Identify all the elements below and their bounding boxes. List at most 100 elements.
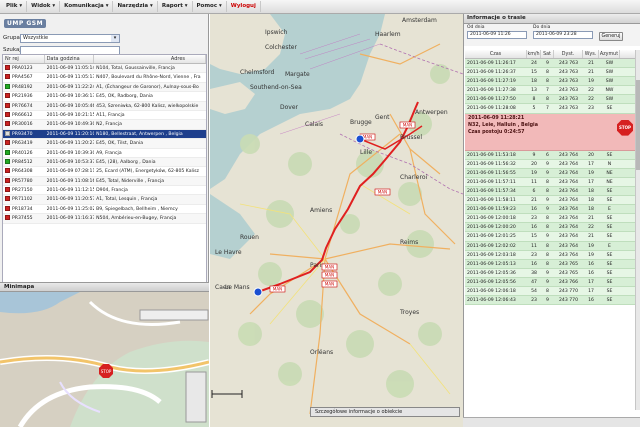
menu-item-0[interactable]: Plik ▾ [2, 1, 28, 12]
vehicle-row[interactable]: PR48192 2011-06-09 11:22:24 A1, (Échangeur… [3, 82, 206, 93]
route-row[interactable]: 2011-06-09 11:56:32 20 9 243 764 17 N [465, 159, 635, 169]
vehicle-row[interactable]: PR18734 2011-06-09 11:25:02 B9, Spiegelbac… [3, 205, 206, 215]
vehicle-marker[interactable]: MAN [374, 188, 391, 196]
menu-item-1[interactable]: Widok ▾ [27, 1, 61, 12]
route-distance: 243 770 [559, 288, 578, 294]
col-header-distance[interactable]: Dyst. [554, 50, 583, 58]
route-rows-top: 2011-06-09 11:26:17 24 9 243 763 21 SW 2011-06… [465, 59, 635, 114]
route-row[interactable]: 2011-06-09 11:27:19 18 8 243 763 19 SW [465, 77, 635, 87]
vehicle-address: N2, Francja [96, 122, 122, 128]
route-row[interactable]: 2011-06-09 12:05:36 38 9 243 765 16 SE [465, 268, 635, 278]
col-header-address[interactable]: Adres [94, 55, 206, 63]
route-speed: 20 [531, 161, 537, 167]
minimap[interactable]: STOP [0, 292, 209, 427]
route-scrollbar-thumb[interactable] [636, 80, 640, 170]
route-altitude: 16 [588, 261, 594, 267]
vehicle-row[interactable]: PRA0123 2011-06-09 11:05:14 N104, Total, G… [3, 64, 206, 74]
route-row[interactable]: 2011-06-09 11:27:38 13 7 243 763 22 NW [465, 86, 635, 96]
route-speed: 54 [531, 288, 537, 294]
vehicle-row[interactable]: PR71102 2011-06-09 11:20:57 A1, Total, Les… [3, 195, 206, 205]
vehicle-marker[interactable]: MAN [399, 121, 416, 129]
col-header-azimuth[interactable]: Azymut [599, 50, 620, 58]
route-speed: 19 [531, 170, 537, 176]
vehicle-nr-text: PR27150 [12, 188, 33, 194]
route-row[interactable]: 2011-06-09 11:26:17 24 9 243 763 21 SW [465, 59, 635, 69]
map-view[interactable]: Amsterdam Haarlem Ipswich Colchester Chelmsf… [210, 14, 463, 427]
vehicle-row[interactable]: PR64308 2011-06-09 07:28:11 25, Ecard (ATM… [3, 167, 206, 177]
vehicle-marker[interactable]: MAN [321, 280, 338, 288]
city-label: Orléans [310, 349, 333, 356]
col-header-date[interactable]: Data godzina [45, 55, 95, 63]
route-row[interactable]: 2011-06-09 12:05:13 16 8 243 765 16 SE [465, 259, 635, 269]
col-header-nr[interactable]: Nr rej [3, 55, 45, 63]
group-select-value: Wszystkie [23, 34, 49, 41]
route-distance: 243 764 [559, 170, 578, 176]
menu-item-2[interactable]: Komunikacja ▾ [60, 1, 114, 12]
route-azimuth: SE [606, 270, 613, 276]
route-row[interactable]: 2011-06-09 12:00:20 16 8 243 764 22 SE [465, 223, 635, 233]
route-scrollbar[interactable] [635, 50, 640, 410]
route-distance: 243 763 [559, 79, 578, 85]
route-row[interactable]: 2011-06-09 12:02:02 11 8 243 764 19 E [465, 241, 635, 251]
route-row[interactable]: 2011-06-09 11:58:11 21 9 243 764 18 SE [465, 196, 635, 206]
route-distance: 243 764 [559, 152, 578, 158]
vehicle-row[interactable]: PR21936 2011-06-09 10:36:13 E45, OK, Radbo… [3, 92, 206, 102]
route-azimuth: SE [606, 288, 613, 294]
route-row[interactable]: 2011-06-09 12:06:18 54 8 243 770 17 SE [465, 286, 635, 297]
col-header-speed[interactable]: km/h [527, 50, 541, 58]
vehicle-row[interactable]: PR37455 2011-06-09 11:16:37 N504, Ambérieu… [3, 214, 206, 224]
route-row[interactable]: 2011-06-09 11:57:34 6 8 243 764 18 SE [465, 186, 635, 197]
stop-event[interactable]: 2011-06-09 11:28:21 N32, Leie, Halluin ,… [465, 113, 635, 151]
route-row[interactable]: 2011-06-09 11:27:50 8 8 243 763 22 SW [465, 95, 635, 105]
date-to-input[interactable]: 2011-06-09 23:28 [533, 31, 593, 39]
object-details-popup[interactable]: Szczegółowe informacje o obiekcie [310, 407, 460, 417]
chevron-down-icon[interactable]: ▾ [111, 34, 119, 42]
route-altitude: 16 [588, 270, 594, 276]
route-row[interactable]: 2011-06-09 12:06:43 23 9 243 770 16 SE [465, 296, 635, 306]
vehicle-row[interactable]: PR40126 2011-06-09 10:39:30 A9, Francja [3, 149, 206, 158]
col-header-sat[interactable]: Sat [541, 50, 554, 58]
route-row[interactable]: 2011-06-09 12:00:18 23 8 243 764 21 SE [465, 214, 635, 224]
vehicle-marker[interactable]: MAN [321, 263, 338, 271]
group-select[interactable]: Wszystkie ▾ [20, 33, 120, 43]
route-row[interactable]: 2011-06-09 11:59:23 16 9 243 764 18 E [465, 205, 635, 215]
vehicle-marker[interactable]: MAN [269, 285, 286, 293]
route-row[interactable]: 2011-06-09 11:53:18 9 6 243 764 20 SE [465, 150, 635, 160]
menu-item-6[interactable]: Wyloguj [227, 1, 261, 12]
vehicle-date: 2011-06-09 11:20:23 [46, 141, 95, 147]
vehicle-row[interactable]: PR30016 2011-06-09 10:49:30 N2, Francja [3, 120, 206, 130]
menu-item-3[interactable]: Narzędzia ▾ [113, 1, 158, 12]
date-from-input[interactable]: 2011-06-09 11:26 [467, 31, 527, 39]
vehicle-address: 25, Ecard (ATM), Energetyków, 62-805 Kal… [96, 169, 199, 175]
vehicle-row[interactable]: PR76674 2011-06-09 10:05:46 453, Szreniwka… [3, 101, 206, 111]
route-azimuth: SE [606, 216, 613, 222]
status-icon [5, 93, 10, 99]
route-row[interactable]: 2011-06-09 11:56:55 19 9 243 764 19 NE [465, 168, 635, 178]
route-row[interactable]: 2011-06-09 11:26:37 15 8 243 763 21 SW [465, 68, 635, 78]
vehicle-row[interactable]: PR66612 2011-06-09 10:21:15 A11, Francja [3, 111, 206, 121]
status-icon [5, 102, 10, 108]
route-row[interactable]: 2011-06-09 11:57:11 11 8 243 764 17 NE [465, 177, 635, 187]
menu-item-5[interactable]: Pomoc ▾ [193, 1, 227, 12]
generate-button[interactable]: Generuj [599, 32, 623, 41]
route-azimuth: SE [606, 298, 613, 304]
route-row[interactable]: 2011-06-09 12:01:25 15 9 243 764 21 SE [465, 232, 635, 242]
vehicle-date: 2011-06-09 11:20:10 [46, 131, 95, 137]
route-distance: 243 766 [559, 279, 578, 285]
vehicle-row[interactable]: PR27150 2011-06-09 11:12:15 D904, Francja [3, 186, 206, 196]
vehicle-marker[interactable]: MAN [321, 271, 338, 279]
route-row[interactable]: 2011-06-09 12:03:18 23 8 243 764 19 SE [465, 250, 635, 260]
vehicle-row[interactable]: PR63419 2011-06-09 11:20:23 E45, OK, Tilst… [3, 139, 206, 149]
col-header-altitude[interactable]: Wys. [583, 50, 599, 58]
col-header-time[interactable]: Czas [465, 50, 527, 58]
menu-item-4[interactable]: Raport ▾ [158, 1, 193, 12]
route-distance: 243 764 [559, 179, 578, 185]
vehicle-row[interactable]: PR57780 2011-06-09 11:08:16 E45, Total, Ni… [3, 176, 206, 187]
route-row[interactable]: 2011-06-09 12:05:56 47 9 243 766 17 SE [465, 277, 635, 287]
vehicle-address: A9, Francja [96, 150, 122, 156]
vehicle-row[interactable]: PR93470 2011-06-09 11:20:10 N180, Bellestr… [3, 129, 206, 140]
vehicle-row[interactable]: PR84512 2011-06-09 10:53:37 E45, (28), Aal… [3, 157, 206, 168]
vehicle-row[interactable]: PRA4567 2011-06-09 11:05:13 N407, Boulevar… [3, 73, 206, 83]
route-distance: 243 764 [559, 216, 578, 222]
route-row[interactable]: 2011-06-09 11:28:08 5 7 243 763 23 SE [465, 104, 635, 114]
